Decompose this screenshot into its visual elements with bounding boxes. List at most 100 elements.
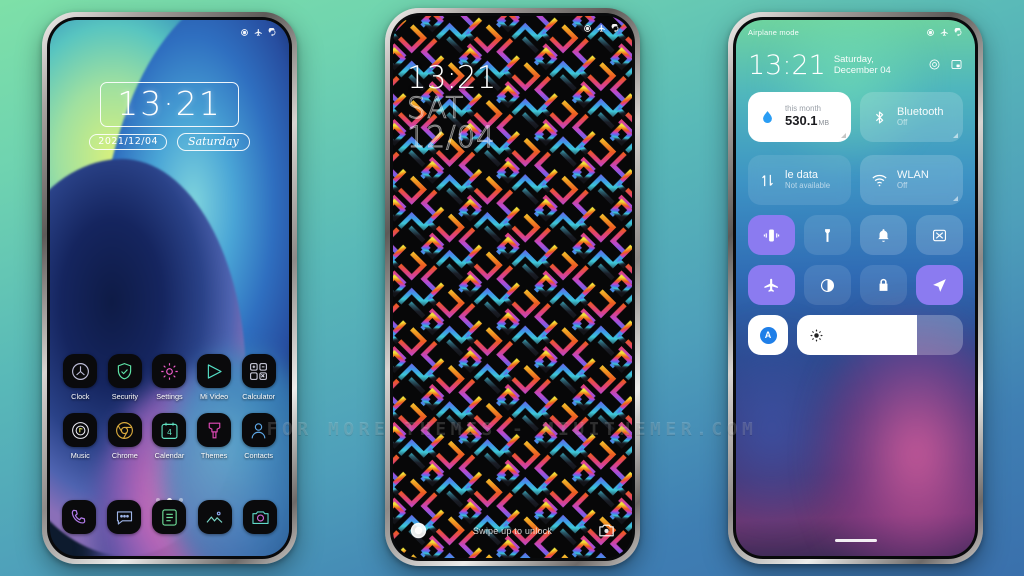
- darkmode-toggle[interactable]: [804, 265, 851, 305]
- phone1-screen: 13·21 2021/12/04 Saturday Clock Security…: [50, 20, 289, 556]
- lockscreen-clock: 13:21 SAT 12/04: [406, 60, 497, 155]
- alarm-icon: [583, 24, 592, 33]
- tile-expand-corner[interactable]: [841, 133, 846, 138]
- editor-icon[interactable]: [950, 58, 963, 76]
- auto-brightness-toggle[interactable]: A: [748, 315, 788, 355]
- alarm-icon: [926, 28, 935, 37]
- bluetooth-value: Off: [897, 117, 908, 127]
- lock-date: 12/04: [406, 120, 496, 155]
- screenshot-toggle[interactable]: [916, 215, 963, 255]
- phone-control-center: Airplane mode 13:21 Saturday, December 0…: [728, 12, 983, 564]
- wlan-text: WLAN Off: [897, 169, 929, 191]
- app-mi-video[interactable]: Mi Video: [192, 354, 237, 401]
- flashlight-toggle[interactable]: [804, 215, 851, 255]
- auto-brightness-icon: A: [759, 326, 777, 344]
- mobile-data-text: le data Not available: [785, 169, 830, 191]
- app-label: Music: [70, 451, 90, 460]
- camera-icon[interactable]: [597, 521, 616, 540]
- app-settings[interactable]: Settings: [147, 354, 192, 401]
- dock-phone[interactable]: [56, 500, 101, 534]
- messages-icon: [107, 500, 142, 534]
- app-label: Calculator: [242, 392, 276, 401]
- phone3-statusbar: Airplane mode: [736, 20, 975, 44]
- lockscreen-bottom-bar: Swipe up to unlock: [393, 521, 632, 540]
- app-label: Clock: [71, 392, 90, 401]
- lock-day: SAT: [406, 90, 465, 125]
- camera-icon: [243, 500, 278, 534]
- app-label: Chrome: [111, 451, 138, 460]
- phone2-screen: 13:21 SAT 12/04 Swipe up to unlock: [393, 16, 632, 558]
- app-chrome[interactable]: Chrome: [103, 413, 148, 460]
- silent-toggle[interactable]: [860, 215, 907, 255]
- phone3-screen: Airplane mode 13:21 Saturday, December 0…: [736, 20, 975, 556]
- mobile-data-tile[interactable]: le data Not available: [748, 155, 851, 205]
- data-usage-text: this month 530.1MB: [785, 104, 830, 129]
- cc-big-tiles-row-1: this month 530.1MB Bluetooth Off: [748, 92, 963, 142]
- vibrate-toggle[interactable]: [748, 215, 795, 255]
- calculator-icon: [241, 354, 276, 388]
- app-label: Mi Video: [199, 392, 229, 401]
- cc-toggle-row-1: [748, 215, 963, 255]
- location-icon: [931, 277, 948, 294]
- statusbar-label: Airplane mode: [748, 27, 799, 37]
- airplane-toggle[interactable]: [748, 265, 795, 305]
- app-themes[interactable]: Themes: [192, 413, 237, 460]
- gear-icon: [152, 354, 187, 388]
- lock-icon: [875, 277, 892, 294]
- location-toggle[interactable]: [916, 265, 963, 305]
- mobile-data-title: le data: [785, 169, 819, 182]
- clock-time: 13·21: [117, 84, 222, 123]
- wlan-tile[interactable]: WLAN Off: [860, 155, 963, 205]
- cc-date: Saturday, December 04: [833, 54, 891, 76]
- dock-notes[interactable]: [147, 500, 192, 534]
- alarm-icon: [240, 28, 249, 37]
- notes-icon: [152, 500, 187, 534]
- chrome-icon: [107, 413, 142, 447]
- data-usage-tile[interactable]: this month 530.1MB: [748, 92, 851, 142]
- dock-camera[interactable]: [238, 500, 283, 534]
- cc-actions: [928, 58, 963, 79]
- phone3-bezel: Airplane mode 13:21 Saturday, December 0…: [733, 17, 978, 559]
- app-security[interactable]: Security: [103, 354, 148, 401]
- app-clock[interactable]: Clock: [58, 354, 103, 401]
- home-clock-widget[interactable]: 13·21 2021/12/04 Saturday: [50, 82, 289, 151]
- dock: [56, 500, 283, 534]
- app-calendar[interactable]: 4 Calendar: [147, 413, 192, 460]
- data-drop-icon: [758, 108, 777, 127]
- app-calculator[interactable]: Calculator: [236, 354, 281, 401]
- clock-icon: [63, 354, 98, 388]
- app-contacts[interactable]: Contacts: [236, 413, 281, 460]
- phone2-statusbar: [393, 16, 632, 40]
- svg-text:4: 4: [167, 428, 172, 437]
- brightness-slider[interactable]: [797, 315, 963, 355]
- lock-toggle[interactable]: [860, 265, 907, 305]
- music-icon: [63, 413, 98, 447]
- control-center: 13:21 Saturday, December 04 this month 5…: [736, 20, 975, 556]
- clock-frame: 13·21: [100, 82, 239, 127]
- flashlight-icon[interactable]: [409, 521, 428, 540]
- phone-home-screen: 13·21 2021/12/04 Saturday Clock Security…: [42, 12, 297, 564]
- phone-lock-screen: 13:21 SAT 12/04 Swipe up to unlock: [385, 8, 640, 566]
- calendar-icon: 4: [152, 413, 187, 447]
- gallery-icon: [197, 500, 232, 534]
- bluetooth-tile[interactable]: Bluetooth Off: [860, 92, 963, 142]
- phone2-bezel: 13:21 SAT 12/04 Swipe up to unlock: [390, 13, 635, 561]
- dock-gallery[interactable]: [192, 500, 237, 534]
- app-label: Settings: [156, 392, 183, 401]
- brightness-icon: [810, 328, 823, 342]
- settings-icon[interactable]: [928, 58, 941, 76]
- app-music[interactable]: Music: [58, 413, 103, 460]
- dock-messages[interactable]: [101, 500, 146, 534]
- data-usage-value: 530.1MB: [785, 113, 830, 128]
- cc-big-tiles-row-2: le data Not available WLAN Off: [748, 155, 963, 205]
- shield-icon: [107, 354, 142, 388]
- bluetooth-title: Bluetooth: [897, 106, 944, 119]
- wlan-value: Off: [897, 180, 908, 190]
- tile-expand-corner[interactable]: [953, 133, 958, 138]
- screenshot-icon: [931, 227, 948, 244]
- tile-expand-corner[interactable]: [953, 196, 958, 201]
- contrast-icon: [819, 277, 836, 294]
- themes-icon: [197, 413, 232, 447]
- app-label: Security: [111, 392, 139, 401]
- lock-time: 13:21: [407, 60, 497, 96]
